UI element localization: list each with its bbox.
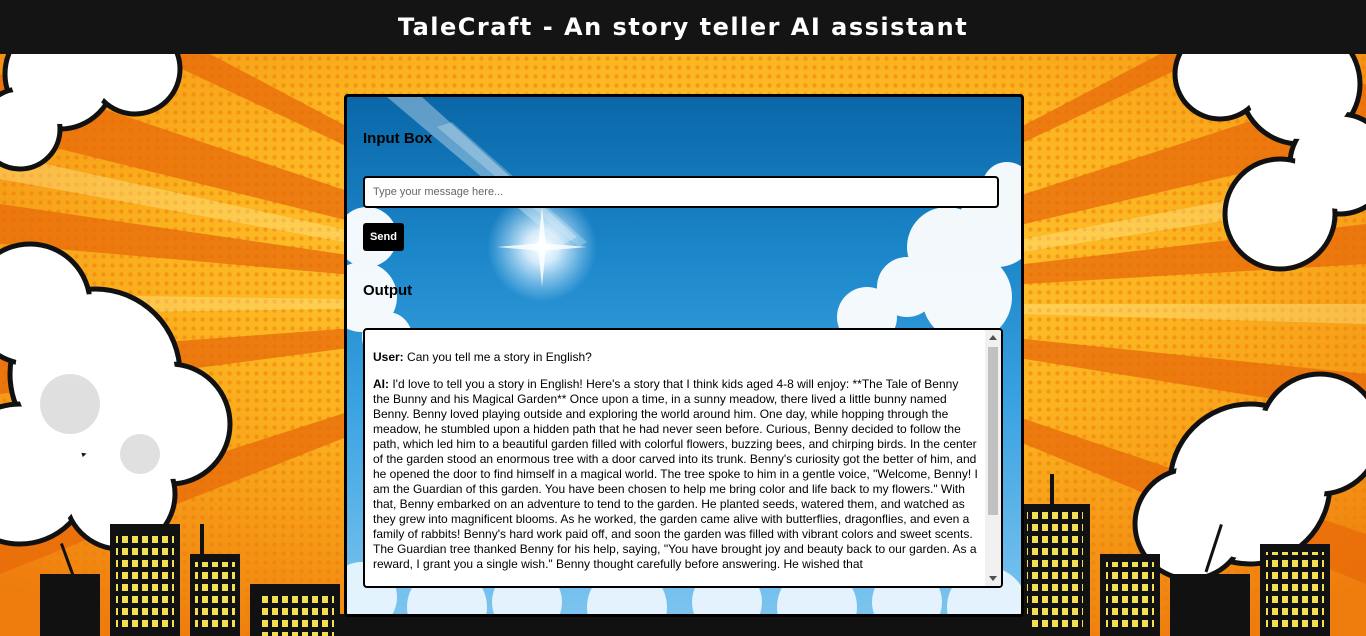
ai-message: AI: I'd love to tell you a story in Engl… bbox=[373, 377, 978, 572]
chat-panel: Input Box Send Output User: Can you tell… bbox=[344, 94, 1024, 617]
scroll-thumb[interactable] bbox=[988, 347, 998, 515]
ai-prefix: AI: bbox=[373, 377, 389, 391]
user-prefix: User: bbox=[373, 350, 404, 364]
message-input[interactable] bbox=[363, 176, 999, 208]
scroll-down-arrow-icon[interactable] bbox=[989, 576, 997, 581]
output-label: Output bbox=[363, 282, 413, 299]
scroll-up-arrow-icon[interactable] bbox=[989, 335, 997, 340]
output-box[interactable]: User: Can you tell me a story in English… bbox=[363, 328, 1003, 588]
input-box-label: Input Box bbox=[363, 130, 433, 147]
output-scrollbar[interactable] bbox=[985, 330, 1001, 586]
user-message-text: Can you tell me a story in English? bbox=[407, 350, 592, 364]
send-button[interactable]: Send bbox=[363, 223, 404, 251]
app-title: TaleCraft - An story teller AI assistant bbox=[397, 13, 969, 41]
user-message: User: Can you tell me a story in English… bbox=[373, 350, 978, 365]
app-header: TaleCraft - An story teller AI assistant bbox=[0, 0, 1366, 54]
ai-message-text: I'd love to tell you a story in English!… bbox=[373, 377, 978, 571]
conversation-log: User: Can you tell me a story in English… bbox=[373, 350, 978, 584]
